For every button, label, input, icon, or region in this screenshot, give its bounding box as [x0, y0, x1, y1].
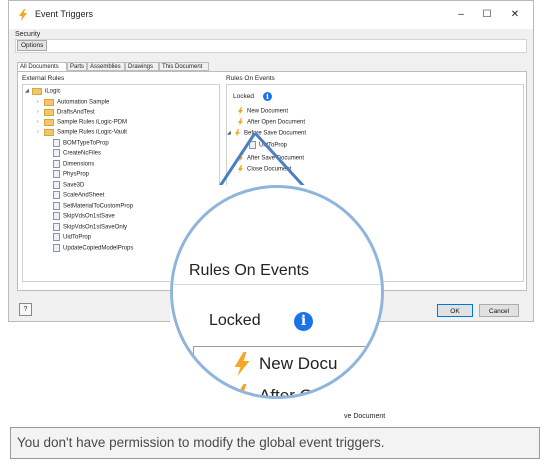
rule-file-icon	[53, 202, 60, 210]
rule-file-icon	[53, 149, 60, 157]
lightning-icon	[19, 9, 27, 21]
tree-rule[interactable]: SkipVdsOn1stSaveOnly	[53, 223, 127, 231]
security-label: Security	[15, 31, 41, 38]
security-panel	[15, 39, 527, 53]
rule-file-icon	[53, 212, 60, 220]
expanded-arrow-icon: ◢	[25, 88, 29, 94]
tree-rule[interactable]: Save3D	[53, 181, 84, 189]
title-bar: Event Triggers – ☐ ✕	[9, 1, 533, 29]
lightning-icon	[238, 165, 243, 173]
external-rules-label: External Rules	[22, 75, 65, 82]
tree-folder[interactable]: › DraftsAndTest	[37, 108, 95, 116]
zoom-divider	[173, 284, 381, 285]
info-icon[interactable]: i	[263, 92, 272, 101]
help-button[interactable]: ?	[19, 303, 32, 316]
rule-file-icon	[53, 170, 60, 178]
rule-file-icon	[53, 181, 60, 189]
folder-icon	[44, 118, 54, 126]
event-item[interactable]: After Open Document	[237, 118, 305, 126]
zoom-locked-label: Locked	[209, 312, 261, 329]
zoom-rules-title: Rules On Events	[189, 262, 310, 279]
rule-file-icon	[53, 139, 60, 147]
tree-rule[interactable]: CreateNcFiles	[53, 149, 101, 157]
tab-drawings[interactable]: Drawings	[125, 62, 159, 71]
tree-folder[interactable]: › Sample Rules iLogic-PDM	[37, 118, 127, 126]
tab-parts[interactable]: Parts	[67, 62, 87, 71]
options-button[interactable]: Options	[17, 40, 48, 51]
cancel-button[interactable]: Cancel	[479, 304, 519, 317]
tree-rule[interactable]: PhysProp	[53, 170, 89, 178]
zoom-new-document-overflow: ment	[353, 366, 369, 373]
event-item[interactable]: ◢ Before Save Document	[227, 129, 306, 137]
tree-rule[interactable]: ScaleAndSheet	[53, 191, 104, 199]
folder-icon	[44, 108, 54, 116]
lightning-icon	[234, 352, 250, 376]
lightning-icon	[238, 118, 243, 126]
tree-rule[interactable]: BOMTypeToProp	[53, 139, 109, 147]
tab-this-document[interactable]: This Document	[159, 62, 209, 71]
tree-rule[interactable]: UidToProp	[53, 233, 91, 241]
ok-button[interactable]: OK	[437, 304, 473, 317]
rule-file-icon	[53, 160, 60, 168]
folder-icon	[44, 128, 54, 136]
collapsed-arrow-icon: ›	[37, 119, 39, 125]
folder-icon	[44, 98, 54, 106]
zoom-info-icon[interactable]: i	[294, 312, 313, 331]
tree-rule[interactable]: UpdateCopiedModelProps	[53, 244, 133, 252]
event-rule[interactable]: UidToProp	[249, 141, 287, 149]
event-item[interactable]: After Save Document	[237, 154, 304, 162]
close-button[interactable]: ✕	[503, 7, 527, 23]
rule-file-icon	[53, 223, 60, 231]
collapsed-arrow-icon: ›	[37, 109, 39, 115]
event-item[interactable]: Close Document	[237, 165, 291, 173]
zoom-lens: Rules On Events Locked i New Docu ment A…	[170, 185, 384, 399]
tree-folder[interactable]: › Sample Rules iLogic-Vault	[37, 128, 127, 136]
collapsed-arrow-icon: ›	[37, 129, 39, 135]
lightning-icon	[235, 129, 240, 137]
maximize-button[interactable]: ☐	[475, 7, 499, 23]
tree-root-ilogic[interactable]: ◢ iLogic	[25, 87, 61, 95]
expanded-arrow-icon: ◢	[227, 130, 231, 136]
tree-rule[interactable]: Dimensions	[53, 160, 94, 168]
locked-label: Locked	[233, 93, 254, 100]
zoom-new-document: New Docu	[259, 354, 338, 373]
rule-file-icon	[53, 244, 60, 252]
rule-file-icon	[53, 191, 60, 199]
tab-assemblies[interactable]: Assemblies	[87, 62, 125, 71]
folder-icon	[32, 87, 42, 95]
tree-rule[interactable]: SetMaterialToCustomProp	[53, 202, 133, 210]
window-title: Event Triggers	[35, 9, 94, 19]
minimize-button[interactable]: –	[449, 7, 473, 23]
event-item[interactable]: New Document	[237, 107, 288, 115]
tree-rule[interactable]: SkipVdsOn1stSave	[53, 212, 115, 220]
rule-file-icon	[249, 141, 256, 149]
tab-all-documents[interactable]: All Documents	[17, 62, 67, 71]
lightning-icon	[238, 107, 243, 115]
collapsed-arrow-icon: ›	[37, 99, 39, 105]
tree-folder[interactable]: › Automation Sample	[37, 98, 109, 106]
lightning-icon	[238, 154, 243, 162]
partial-event-text: ve Document	[344, 413, 386, 420]
permission-tooltip: You don't have permission to modify the …	[10, 427, 540, 459]
rules-on-events-label: Rules On Events	[226, 75, 275, 82]
rule-file-icon	[53, 233, 60, 241]
